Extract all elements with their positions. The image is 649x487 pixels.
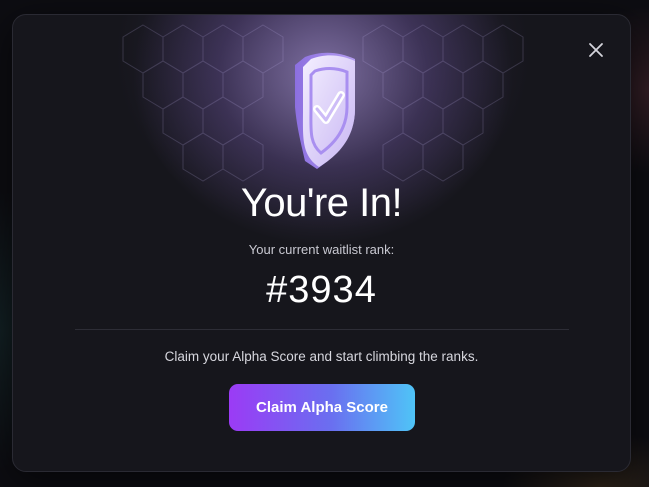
modal-title: You're In! xyxy=(240,181,403,225)
claim-message: Claim your Alpha Score and start climbin… xyxy=(164,349,479,364)
waitlist-rank-value: #3934 xyxy=(266,269,377,311)
shield-check-icon xyxy=(295,52,355,169)
waitlist-rank-label: Your current waitlist rank: xyxy=(248,242,395,257)
claim-alpha-score-button[interactable]: Claim Alpha Score xyxy=(229,384,415,431)
waitlist-modal: You're In! Your current waitlist rank: #… xyxy=(12,14,631,472)
close-icon[interactable] xyxy=(585,39,607,61)
divider xyxy=(75,329,569,330)
